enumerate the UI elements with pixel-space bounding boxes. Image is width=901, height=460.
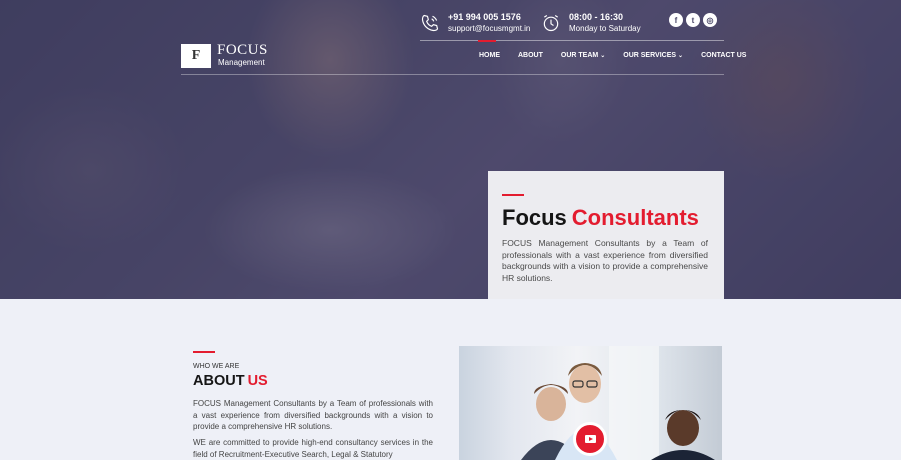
phone-icon <box>421 14 439 32</box>
about-title: ABOUT US <box>193 373 268 389</box>
header-divider-top <box>420 40 724 41</box>
business-hours: 08:00 - 16:30 Monday to Saturday <box>541 12 641 34</box>
nav-about[interactable]: ABOUT <box>518 52 543 59</box>
phone-contact: +91 994 005 1576 support@focusmgmt.in <box>420 12 530 34</box>
hours-time: 08:00 - 16:30 <box>569 12 624 22</box>
nav-our-services[interactable]: OUR SERVICES ⌄ <box>623 52 683 59</box>
header-divider-bottom <box>181 74 724 75</box>
video-icon <box>584 435 596 443</box>
accent-bar <box>502 194 524 196</box>
hero-card: Focus Consultants FOCUS Management Consul… <box>488 171 724 299</box>
about-paragraph-2: WE are committed to provide high-end con… <box>193 438 433 459</box>
logo-name: FOCUS <box>217 42 268 58</box>
social-links: f t ◎ <box>669 13 717 27</box>
twitter-icon[interactable]: t <box>686 13 700 27</box>
dribbble-icon[interactable]: ◎ <box>703 13 717 27</box>
phone-number[interactable]: +91 994 005 1576 <box>448 12 530 23</box>
nav-our-team[interactable]: OUR TEAM ⌄ <box>561 52 605 59</box>
play-video-button[interactable] <box>573 422 607 456</box>
hero-section: F FOCUS Management +91 994 005 1576 supp… <box>0 0 901 299</box>
hero-description: FOCUS Management Consultants by a Team o… <box>502 238 708 283</box>
site-logo[interactable]: F FOCUS Management <box>181 43 268 69</box>
nav-contact-us[interactable]: CONTACT US <box>701 52 746 59</box>
clock-icon <box>543 15 559 32</box>
chevron-down-icon: ⌄ <box>600 53 606 59</box>
logo-mark: F <box>181 44 211 68</box>
support-email[interactable]: support@focusmgmt.in <box>448 23 530 34</box>
about-section: WHO WE ARE ABOUT US FOCUS Management Cons… <box>0 299 901 460</box>
facebook-icon[interactable]: f <box>669 13 683 27</box>
nav-home[interactable]: HOME <box>479 52 500 59</box>
section-eyebrow: WHO WE ARE <box>193 363 240 370</box>
nav-active-indicator <box>478 40 496 42</box>
about-paragraph-1: FOCUS Management Consultants by a Team o… <box>193 399 433 432</box>
hero-title: Focus Consultants <box>502 205 699 230</box>
chevron-down-icon: ⌄ <box>678 53 684 59</box>
logo-subtitle: Management <box>218 58 265 67</box>
main-nav: HOME ABOUT OUR TEAM ⌄ OUR SERVICES ⌄ CONTA… <box>479 52 746 59</box>
accent-bar <box>193 351 215 353</box>
hours-days: Monday to Saturday <box>569 24 641 33</box>
